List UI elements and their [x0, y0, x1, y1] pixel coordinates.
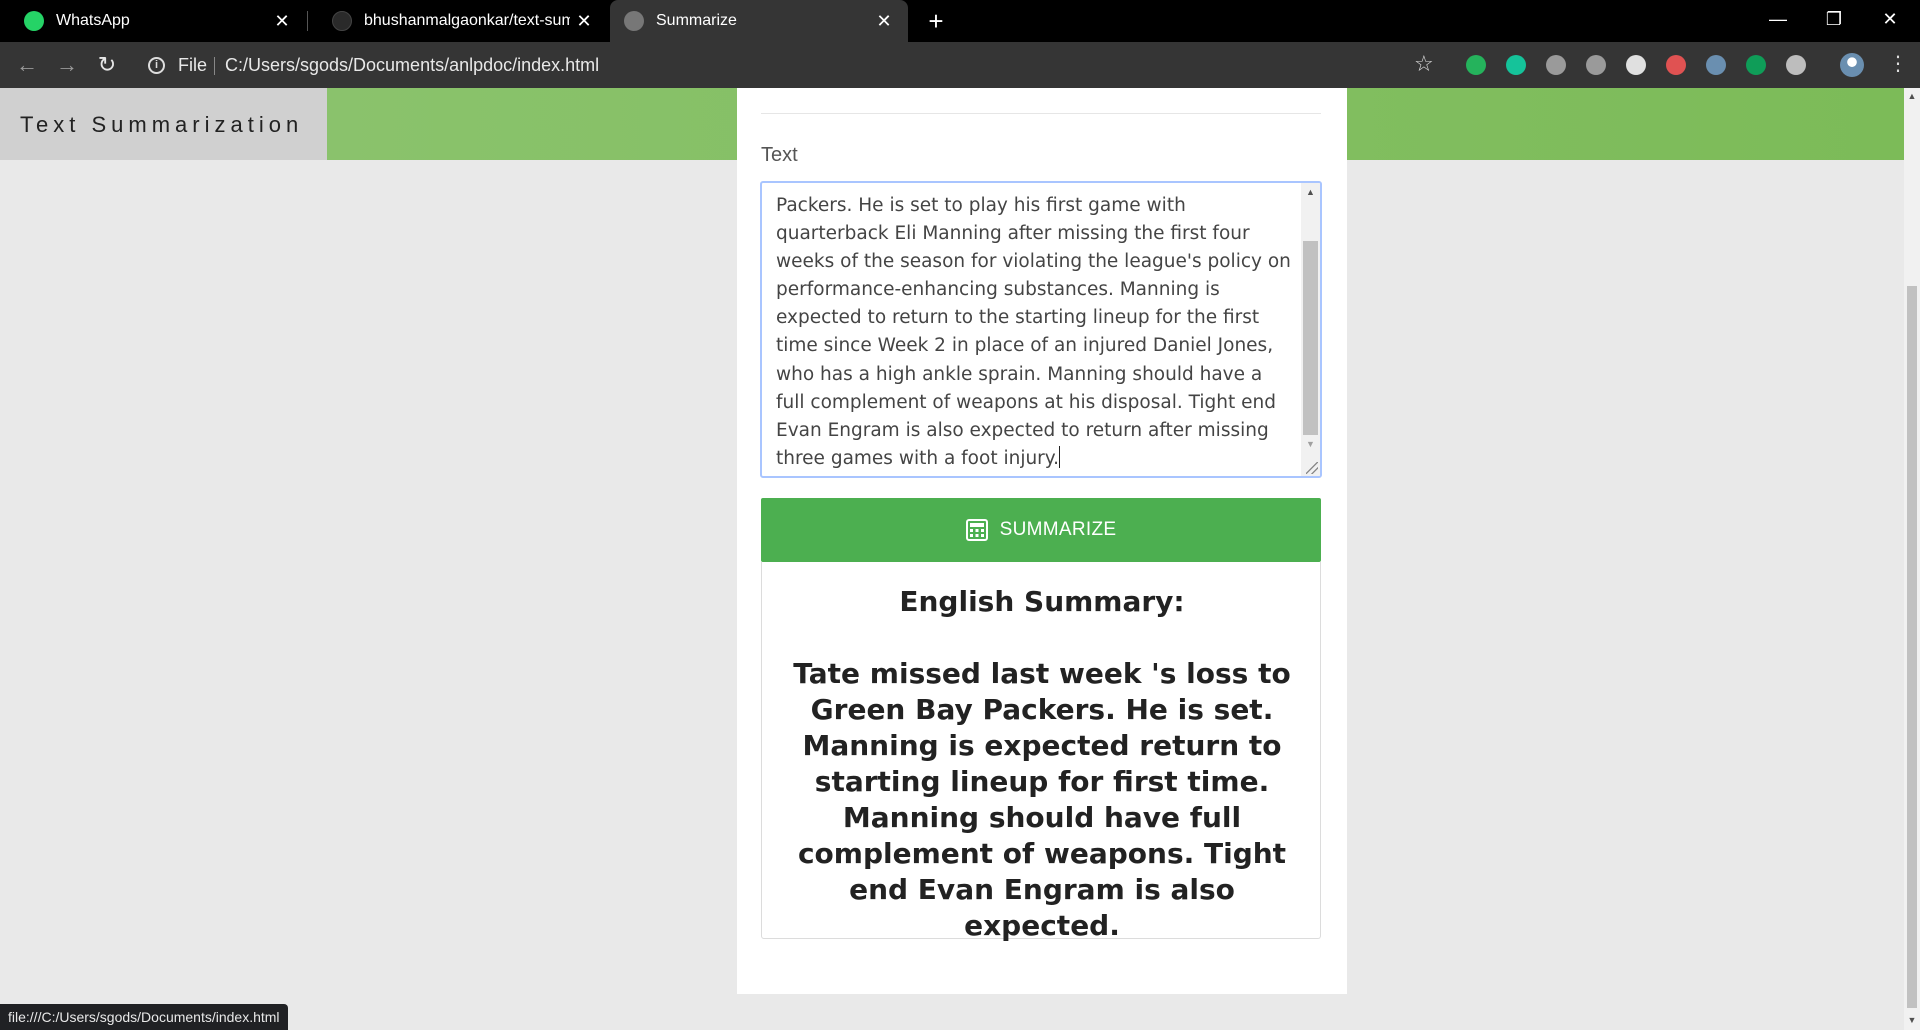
reload-icon[interactable]: ↻	[92, 50, 122, 80]
close-tab-icon[interactable]: ✕	[570, 11, 598, 32]
scroll-down-arrow-icon[interactable]: ▼	[1301, 435, 1320, 453]
text-cursor	[1058, 445, 1060, 468]
extension-bulb-icon[interactable]	[1786, 55, 1806, 75]
summary-text: Tate missed last week 's loss to Green B…	[793, 657, 1291, 942]
scroll-down-arrow-icon[interactable]: ▼	[1904, 1012, 1920, 1029]
forward-arrow-icon[interactable]: →	[52, 50, 82, 80]
extension-p-icon[interactable]	[1546, 55, 1566, 75]
text-label: Text	[761, 144, 798, 166]
address-scheme-label[interactable]: File	[178, 55, 207, 76]
scrollbar-thumb[interactable]	[1907, 286, 1917, 1008]
tab-strip: WhatsApp ✕ bhushanmalgaonkar/text-summa …	[0, 0, 1920, 42]
tab-title: Summarize	[656, 12, 737, 29]
address-separator	[214, 57, 215, 75]
text-input-wrapper[interactable]: Packers. He is set to play his first gam…	[760, 181, 1322, 478]
minimize-icon[interactable]: —	[1750, 0, 1806, 38]
bookmark-star-icon[interactable]: ☆	[1414, 51, 1434, 77]
summarize-card: Text Packers. He is set to play his firs…	[737, 88, 1347, 994]
new-tab-icon[interactable]: +	[922, 6, 950, 36]
card-divider	[761, 113, 1321, 114]
tab-title: bhushanmalgaonkar/text-summa	[364, 12, 570, 29]
brand-box[interactable]: Text Summarization	[0, 88, 327, 160]
text-input-value: Packers. He is set to play his first gam…	[776, 195, 1291, 469]
whatsapp-icon	[24, 11, 44, 31]
close-tab-icon[interactable]: ✕	[870, 11, 898, 32]
close-window-icon[interactable]: ✕	[1862, 0, 1918, 38]
restore-icon[interactable]: ❐	[1806, 0, 1862, 38]
textarea-scrollbar[interactable]: ▲ ▼	[1301, 183, 1320, 476]
scroll-up-arrow-icon[interactable]: ▲	[1301, 183, 1320, 201]
shield-extension-icon[interactable]	[1666, 55, 1686, 75]
text-input[interactable]: Packers. He is set to play his first gam…	[776, 192, 1296, 473]
brand-title[interactable]: Text Summarization	[20, 112, 303, 138]
close-tab-icon[interactable]: ✕	[268, 11, 296, 32]
kebab-menu-icon[interactable]: ⋮	[1888, 52, 1908, 76]
info-icon[interactable]: i	[148, 57, 165, 74]
summarize-button-label: SUMMARIZE	[999, 519, 1117, 540]
resize-handle-icon[interactable]	[1306, 462, 1318, 474]
tab-github[interactable]: bhushanmalgaonkar/text-summa ✕	[308, 0, 608, 42]
globe-icon	[624, 11, 644, 31]
grammarly-icon[interactable]	[1506, 55, 1526, 75]
github-icon	[332, 11, 352, 31]
profile-avatar[interactable]	[1840, 53, 1864, 77]
extension-circle-icon[interactable]	[1626, 55, 1646, 75]
back-arrow-icon[interactable]: ←	[12, 50, 42, 80]
tab-title: WhatsApp	[56, 12, 130, 29]
page-scrollbar[interactable]: ▲ ▼	[1904, 88, 1920, 1030]
tab-whatsapp[interactable]: WhatsApp ✕	[0, 0, 306, 42]
browser-toolbar: ← → ↻ i File C:/Users/sgods/Documents/an…	[0, 42, 1920, 88]
summary-output: English Summary: Tate missed last week '…	[761, 562, 1321, 942]
page-viewport: Text Summarization Text Packers. He is s…	[0, 88, 1904, 1030]
address-bar-url[interactable]: C:/Users/sgods/Documents/anlpdoc/index.h…	[225, 55, 599, 76]
summarize-button[interactable]: SUMMARIZE	[761, 498, 1321, 562]
extension-chat-icon[interactable]	[1746, 55, 1766, 75]
tab-summarize[interactable]: Summarize ✕	[610, 0, 908, 42]
scrollbar-thumb[interactable]	[1303, 241, 1318, 435]
extension-window-icon[interactable]	[1706, 55, 1726, 75]
summary-heading: English Summary:	[899, 585, 1185, 618]
extension-green-icon[interactable]	[1466, 55, 1486, 75]
pdf-icon[interactable]	[1586, 55, 1606, 75]
calculator-icon	[965, 519, 988, 541]
status-bar-url: file:///C:/Users/sgods/Documents/index.h…	[0, 1004, 288, 1030]
scroll-up-arrow-icon[interactable]: ▲	[1904, 88, 1920, 105]
